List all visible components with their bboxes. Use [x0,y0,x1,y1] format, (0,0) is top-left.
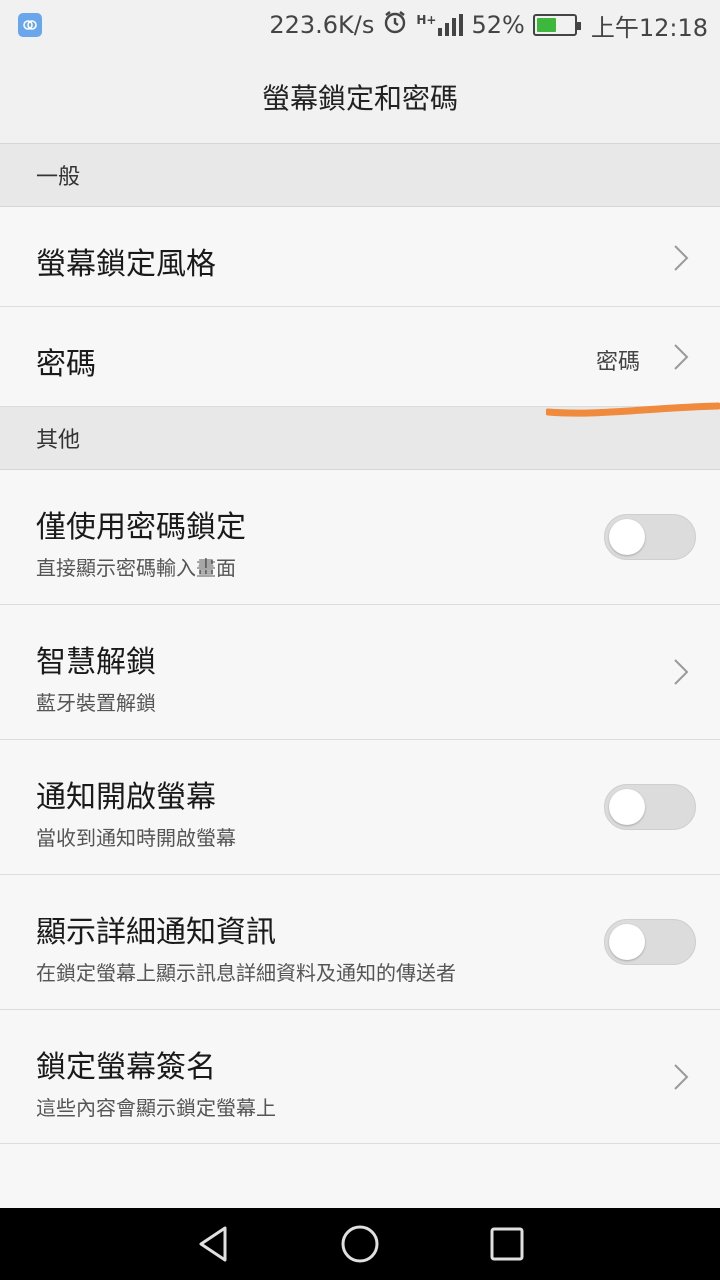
signal-icon [438,14,464,36]
recents-icon[interactable] [489,1226,525,1262]
battery-percent: 52% [471,11,525,39]
row-title: 密碼 [36,347,96,382]
row-password[interactable]: 密碼 密碼 [0,307,720,407]
title-bar: 螢幕鎖定和密碼 [0,50,720,144]
row-title: 智慧解鎖 [36,645,156,680]
net-speed: 223.6K/s [269,11,375,39]
chevron-right-icon [674,344,689,370]
screen: 223.6K/s H+ 52% 上午12:18 螢幕鎖定和密碼 一般 螢幕鎖定風… [0,0,720,1280]
back-icon[interactable] [195,1224,231,1264]
chevron-right-icon [674,245,689,271]
section-header-general: 一般 [0,144,720,207]
row-title: 通知開啟螢幕 [36,780,216,815]
row-subtitle: 這些內容會顯示鎖定螢幕上 [36,1096,276,1120]
section-label: 其他 [36,428,81,453]
alarm-icon [382,9,408,41]
row-detailed-notification[interactable]: 顯示詳細通知資訊 在鎖定螢幕上顯示訊息詳細資料及通知的傳送者 [0,875,720,1010]
detailed-notification-toggle[interactable] [604,919,696,965]
navigation-bar [0,1208,720,1280]
toggle-knob [609,789,645,825]
row-subtitle: 直接顯示密碼輸入畫面 [36,556,236,580]
row-notification-wake[interactable]: 通知開啟螢幕 當收到通知時開啟螢幕 [0,740,720,875]
row-password-only-lock[interactable]: 僅使用密碼鎖定 直接顯示密碼輸入畫面 [0,470,720,605]
row-title: 顯示詳細通知資訊 [36,915,276,950]
notification-wake-toggle[interactable] [604,784,696,830]
network-type: H+ [416,13,437,27]
chevron-right-icon [674,1064,689,1090]
battery-charging-icon [532,14,581,36]
status-bar: 223.6K/s H+ 52% 上午12:18 [0,0,720,50]
row-lock-signature[interactable]: 鎖定螢幕簽名 這些內容會顯示鎖定螢幕上 [0,1010,720,1144]
page-title: 螢幕鎖定和密碼 [261,81,458,115]
row-subtitle: 藍牙裝置解鎖 [36,691,156,715]
home-icon[interactable] [340,1224,380,1264]
chevron-right-icon [674,659,689,685]
clock: 上午12:18 [590,13,708,42]
signal-group: H+ [416,13,464,36]
password-only-toggle[interactable] [604,514,696,560]
battery-fill [536,18,556,32]
app-notification-icon [18,13,42,37]
row-title: 螢幕鎖定風格 [36,247,216,282]
row-title: 僅使用密碼鎖定 [36,510,246,545]
row-lock-style[interactable]: 螢幕鎖定風格 [0,207,720,307]
row-title: 鎖定螢幕簽名 [36,1050,216,1085]
toggle-knob [609,519,645,555]
row-subtitle: 在鎖定螢幕上顯示訊息詳細資料及通知的傳送者 [36,961,456,985]
annotation-underline [546,402,720,417]
section-label: 一般 [36,165,81,190]
row-subtitle: 當收到通知時開啟螢幕 [36,826,236,850]
row-smart-unlock[interactable]: 智慧解鎖 藍牙裝置解鎖 [0,605,720,740]
row-value: 密碼 [595,350,640,375]
toggle-knob [609,924,645,960]
